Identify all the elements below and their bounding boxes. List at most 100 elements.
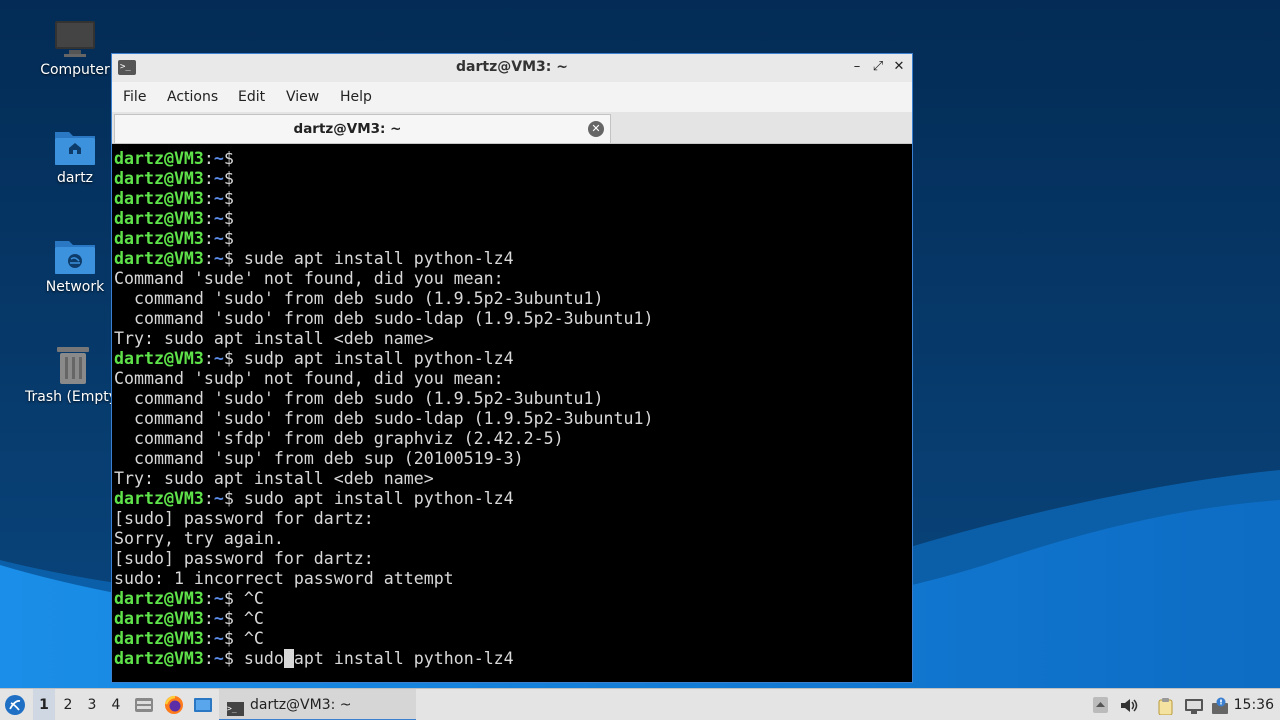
menu-edit[interactable]: Edit xyxy=(238,89,265,105)
terminal-line: command 'sudo' from deb sudo (1.9.5p2-3u… xyxy=(114,289,910,309)
close-button[interactable]: ✕ xyxy=(891,59,907,75)
terminal-line: Try: sudo apt install <deb name> xyxy=(114,469,910,489)
workspace-4[interactable]: 4 xyxy=(105,689,127,720)
tab-label: dartz@VM3: ~ xyxy=(293,121,402,137)
desktop-icon-home[interactable]: dartz xyxy=(25,128,125,186)
prompt-path: ~ xyxy=(213,649,224,668)
monitor-icon xyxy=(55,21,95,57)
launcher-show-desktop[interactable] xyxy=(193,689,215,720)
launcher-file-manager[interactable] xyxy=(134,689,154,720)
terminal-line: dartz@VM3:~$ sudo apt install python-lz4 xyxy=(114,489,910,509)
terminal-line-text: command 'sudo' from deb sudo (1.9.5p2-3u… xyxy=(114,389,604,408)
launcher-firefox[interactable] xyxy=(164,689,186,720)
terminal-input-line[interactable]: dartz@VM3:~$ sudo apt install python-lz4 xyxy=(114,649,910,669)
prompt-user: dartz@VM3 xyxy=(114,209,204,228)
terminal-line: [sudo] password for dartz: xyxy=(114,549,910,569)
minimize-button[interactable]: – xyxy=(849,59,865,75)
terminal-line-text: command 'sudo' from deb sudo-ldap (1.9.5… xyxy=(114,309,654,328)
terminal-output[interactable]: dartz@VM3:~$ dartz@VM3:~$ dartz@VM3:~$ dart… xyxy=(112,144,912,682)
menu-help[interactable]: Help xyxy=(340,89,372,105)
workspace-1[interactable]: 1 xyxy=(33,689,55,720)
tray-arrow-icon[interactable] xyxy=(1092,696,1109,713)
terminal-line: Command 'sude' not found, did you mean: xyxy=(114,269,910,289)
terminal-line: dartz@VM3:~$ xyxy=(114,209,910,229)
menu-actions[interactable]: Actions xyxy=(167,89,218,105)
menu-bar: File Actions Edit View Help xyxy=(112,82,912,112)
prompt-path: ~ xyxy=(213,149,224,168)
prompt-user: dartz@VM3 xyxy=(114,489,204,508)
prompt-colon: : xyxy=(203,149,214,168)
terminal-line: dartz@VM3:~$ xyxy=(114,189,910,209)
window-titlebar[interactable]: >_ dartz@VM3: ~ – ⤢ ✕ xyxy=(112,54,912,82)
prompt: dartz@VM3:~ xyxy=(114,609,224,628)
desktop-icon-network[interactable]: Network xyxy=(25,237,125,295)
terminal-line-text: Try: sudo apt install <deb name> xyxy=(114,469,434,488)
prompt-colon: : xyxy=(203,489,214,508)
prompt: dartz@VM3:~ xyxy=(114,249,224,268)
prompt-path: ~ xyxy=(213,629,224,648)
prompt: dartz@VM3:~ xyxy=(114,189,224,208)
prompt-sign: $ xyxy=(223,149,234,168)
prompt-sign: $ xyxy=(223,349,234,368)
prompt: dartz@VM3:~ xyxy=(114,629,224,648)
menu-view[interactable]: View xyxy=(286,89,319,105)
terminal-line: dartz@VM3:~$ sude apt install python-lz4 xyxy=(114,249,910,269)
prompt-colon: : xyxy=(203,209,214,228)
terminal-line-text: command 'sudo' from deb sudo (1.9.5p2-3u… xyxy=(114,289,604,308)
prompt: dartz@VM3:~ xyxy=(114,489,224,508)
prompt-path: ~ xyxy=(213,209,224,228)
maximize-button[interactable]: ⤢ xyxy=(870,59,886,75)
prompt-colon: : xyxy=(203,169,214,188)
terminal-line: Sorry, try again. xyxy=(114,529,910,549)
home-folder-icon xyxy=(55,132,95,165)
prompt-user: dartz@VM3 xyxy=(114,349,204,368)
taskbar-task-terminal[interactable]: >_ dartz@VM3: ~ xyxy=(219,689,416,720)
tab-close-icon[interactable]: ✕ xyxy=(588,121,604,137)
notification-icon[interactable] xyxy=(1211,697,1228,714)
prompt-user: dartz@VM3 xyxy=(114,169,204,188)
prompt-colon: : xyxy=(203,609,214,628)
prompt-colon: : xyxy=(203,249,214,268)
terminal-line-text: ^C xyxy=(233,629,264,648)
terminal-line: dartz@VM3:~$ ^C xyxy=(114,589,910,609)
workspace-2[interactable]: 2 xyxy=(57,689,79,720)
prompt-path: ~ xyxy=(213,589,224,608)
terminal-line-text: [sudo] password for dartz: xyxy=(114,549,374,568)
desktop-icon-label: Trash (Empty) xyxy=(25,389,120,405)
terminal-line-text: [sudo] password for dartz: xyxy=(114,509,374,528)
terminal-line-text: command 'sfdp' from deb graphviz (2.42.2… xyxy=(114,429,564,448)
terminal-line-text: Command 'sude' not found, did you mean: xyxy=(114,269,504,288)
terminal-task-icon: >_ xyxy=(227,702,244,716)
prompt-user: dartz@VM3 xyxy=(114,249,204,268)
prompt-sign: $ xyxy=(223,629,234,648)
clipboard-icon[interactable] xyxy=(1157,697,1174,716)
prompt-user: dartz@VM3 xyxy=(114,649,204,668)
desktop-icon-trash[interactable]: Trash (Empty) xyxy=(25,345,120,405)
terminal-line: dartz@VM3:~$ xyxy=(114,149,910,169)
firefox-icon xyxy=(164,695,183,714)
workspace-3[interactable]: 3 xyxy=(81,689,103,720)
terminal-line: dartz@VM3:~$ ^C xyxy=(114,609,910,629)
network-folder-icon xyxy=(55,241,95,274)
tab-terminal[interactable]: dartz@VM3: ~ ✕ xyxy=(114,114,611,143)
terminal-line-text: sude apt install python-lz4 xyxy=(233,249,514,268)
prompt-sign: $ xyxy=(223,589,234,608)
terminal-line: command 'sudo' from deb sudo-ldap (1.9.5… xyxy=(114,309,910,329)
terminal-line-text: ^C xyxy=(233,609,264,628)
clock[interactable]: 15:36 xyxy=(1234,689,1274,720)
volume-icon[interactable] xyxy=(1120,697,1138,714)
taskbar: 1 2 3 4 >_ dartz@VM3: ~ 15:36 xyxy=(0,688,1280,720)
terminal-window[interactable]: >_ dartz@VM3: ~ – ⤢ ✕ File Actions Edit … xyxy=(111,53,913,683)
prompt: dartz@VM3:~ xyxy=(114,169,224,188)
network-icon[interactable] xyxy=(1184,697,1203,714)
trash-icon xyxy=(56,347,89,384)
desktop-icon-computer[interactable]: Computer xyxy=(25,20,125,78)
menu-file[interactable]: File xyxy=(123,89,146,105)
prompt-user: dartz@VM3 xyxy=(114,229,204,248)
prompt-sign: $ xyxy=(223,189,234,208)
start-menu-button[interactable] xyxy=(4,689,28,720)
terminal-line: dartz@VM3:~$ xyxy=(114,229,910,249)
prompt: dartz@VM3:~ xyxy=(114,209,224,228)
terminal-line-text: sudo: 1 incorrect password attempt xyxy=(114,569,454,588)
terminal-line: command 'sudo' from deb sudo (1.9.5p2-3u… xyxy=(114,389,910,409)
